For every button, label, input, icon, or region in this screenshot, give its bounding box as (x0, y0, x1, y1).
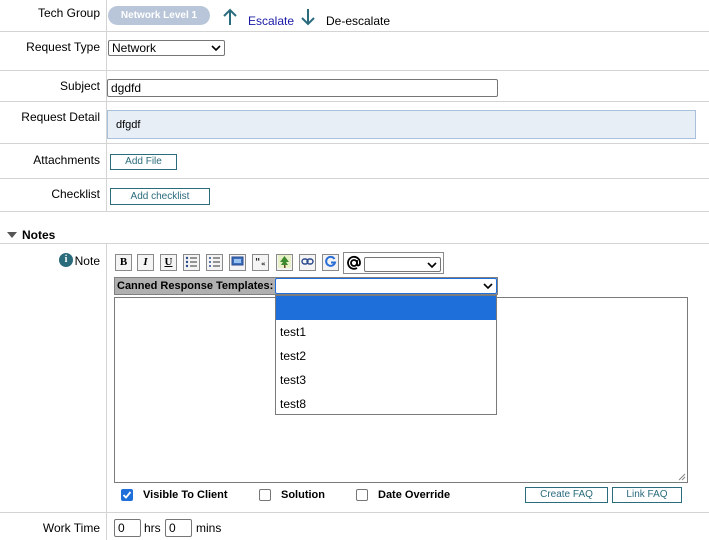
chevron-down-icon (427, 262, 437, 269)
link-faq-button[interactable]: Link FAQ (612, 487, 682, 503)
solution-label: Solution (281, 489, 325, 501)
request-detail-label: Request Detail (21, 110, 100, 124)
escalate-link[interactable]: Escalate (248, 14, 294, 28)
dropdown-option-test8[interactable]: test8 (276, 392, 496, 416)
date-override-checkbox[interactable] (356, 489, 368, 501)
monitor-icon (231, 256, 244, 266)
bold-glyph: B (119, 256, 128, 268)
canned-response-dropdown[interactable]: test1 test2 test3 test8 (275, 295, 497, 415)
italic-glyph: I (143, 256, 148, 268)
note-label: Note (74, 254, 100, 268)
resize-grip-icon[interactable] (678, 473, 686, 481)
chevron-down-icon (483, 283, 493, 290)
insert-tree-button[interactable] (276, 254, 293, 271)
svg-text:": " (255, 257, 260, 268)
link-button[interactable] (299, 254, 316, 271)
google-g-icon (325, 255, 337, 267)
italic-button[interactable]: I (137, 254, 154, 271)
dropdown-option-test2[interactable]: test2 (276, 344, 496, 368)
bullet-list-icon (185, 256, 197, 268)
work-time-hrs-input[interactable]: 0 (114, 519, 141, 537)
request-type-label: Request Type (26, 40, 100, 54)
bullet-list-button[interactable] (183, 254, 200, 271)
create-faq-button[interactable]: Create FAQ (525, 487, 608, 503)
subject-label: Subject (59, 79, 100, 93)
link-icon (301, 258, 314, 265)
underline-button[interactable]: U (160, 254, 177, 271)
chevron-down-icon (211, 45, 221, 52)
bold-button[interactable]: B (115, 254, 132, 271)
solution-checkbox[interactable] (259, 489, 271, 501)
deescalate-link[interactable]: De-escalate (326, 14, 390, 28)
add-file-button[interactable]: Add File (110, 154, 177, 170)
tech-group-label: Tech Group (37, 6, 100, 20)
canned-response-select[interactable] (275, 278, 497, 294)
collapse-triangle-icon[interactable] (7, 232, 17, 238)
canned-response-label: Canned Response Templates: (117, 280, 274, 292)
image-button[interactable] (229, 254, 246, 271)
dropdown-option-blank[interactable] (276, 296, 496, 320)
label-column-divider (106, 0, 107, 212)
label-column-divider-2 (106, 244, 107, 540)
check-icon (122, 491, 132, 499)
numbered-list-icon (209, 257, 220, 267)
mention-control[interactable] (343, 252, 444, 274)
subject-input[interactable]: dgdfd (107, 79, 498, 97)
attachments-label: Attachments (33, 153, 100, 167)
quote-button[interactable]: " « (252, 254, 269, 271)
work-time-label: Work Time (42, 521, 100, 535)
at-sign-icon (347, 255, 361, 270)
row-notes-header (0, 212, 709, 244)
request-type-select[interactable]: Network (108, 40, 225, 56)
quote-icon: " « (255, 257, 266, 268)
mins-unit-label: mins (196, 521, 222, 535)
dropdown-option-test3[interactable]: test3 (276, 368, 496, 392)
request-type-value: Network (112, 41, 157, 55)
visible-to-client-label: Visible To Client (143, 489, 228, 501)
deescalate-arrow-icon[interactable] (300, 8, 316, 26)
request-detail-field[interactable]: dfgdf (107, 110, 696, 139)
dropdown-option-test1[interactable]: test1 (276, 320, 496, 344)
google-search-button[interactable] (322, 254, 339, 271)
escalate-arrow-icon[interactable] (222, 8, 238, 26)
checklist-label: Checklist (51, 187, 100, 201)
add-checklist-button[interactable]: Add checklist (110, 188, 210, 205)
visible-to-client-checkbox[interactable] (121, 489, 133, 501)
svg-text:«: « (261, 260, 266, 268)
mention-select[interactable] (364, 257, 441, 272)
work-time-mins-input[interactable]: 0 (165, 519, 192, 537)
tree-icon (278, 255, 291, 268)
underline-glyph: U (164, 256, 173, 268)
tech-group-pill: Network Level 1 (108, 6, 210, 25)
date-override-label: Date Override (378, 489, 451, 501)
hrs-unit-label: hrs (144, 521, 161, 535)
canned-response-bar: Canned Response Templates: (114, 277, 498, 295)
info-icon[interactable]: i (59, 253, 73, 267)
notes-title-text: Notes (22, 228, 56, 242)
numbered-list-button[interactable] (206, 254, 223, 271)
notes-section-title[interactable]: Notes (22, 228, 55, 242)
